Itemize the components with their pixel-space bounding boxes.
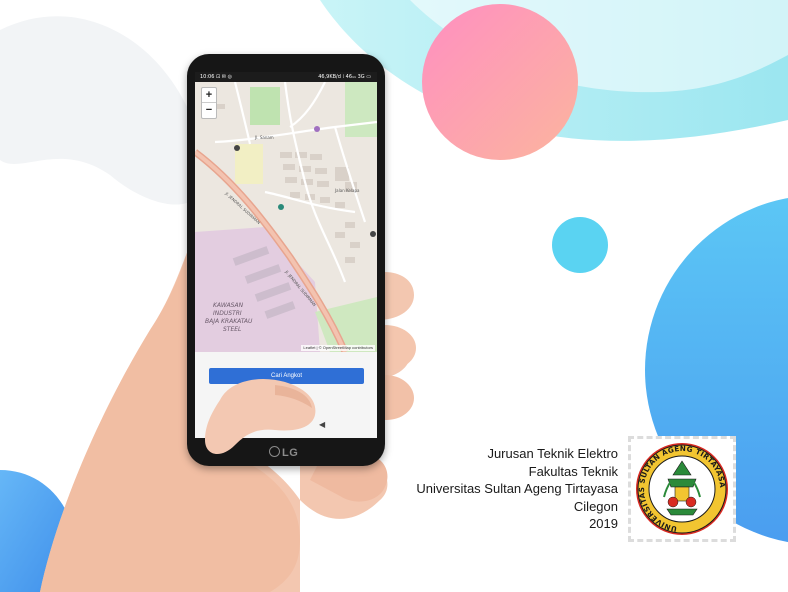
status-bar: 10:06 ⊡ ✉ ◎ 46,9KB/d ⁞ 46₁₁ 3G ▭	[195, 72, 377, 82]
untirta-emblem-icon: UNIVERSITAS SULTAN AGENG TIRTAYASA	[636, 443, 728, 535]
status-time: 10:06	[200, 74, 215, 80]
institution-info: Jurusan Teknik Elektro Fakultas Teknik U…	[416, 445, 618, 533]
road-label: Jl. Sanam	[254, 135, 274, 140]
area-label: STEEL	[223, 326, 241, 333]
area-label: BAJA KRAKATAU	[205, 318, 253, 325]
road-label: Jalan Kelapa	[334, 188, 360, 193]
department-text: Jurusan Teknik Elektro	[487, 446, 618, 461]
map-view[interactable]: Jl. JENDRAL SUDIRMAN Jl. JENDRAL SUDIRMA…	[195, 82, 377, 352]
status-indicators: 46,9KB/d ⁞ 46₁₁ 3G ▭	[318, 74, 371, 80]
zoom-out-button[interactable]: −	[202, 103, 216, 118]
thumb	[205, 379, 316, 455]
faculty-text: Fakultas Teknik	[528, 463, 618, 479]
city-text: Cilegon	[573, 498, 618, 514]
year-text: 2019	[589, 516, 618, 531]
map-tiles: Jl. JENDRAL SUDIRMAN Jl. JENDRAL SUDIRMA…	[195, 82, 377, 352]
zoom-in-button[interactable]: +	[202, 88, 216, 103]
area-label: INDUSTRI	[213, 310, 242, 317]
map-attribution[interactable]: Leaflet | © OpenStreetMap contributors	[301, 345, 375, 351]
university-logo: UNIVERSITAS SULTAN AGENG TIRTAYASA	[628, 436, 736, 542]
cyan-circle	[552, 217, 608, 273]
grey-blob	[0, 16, 205, 205]
status-icons: ⊡ ✉ ◎	[216, 74, 232, 80]
area-label: KAWASAN	[213, 302, 244, 309]
zoom-control: + −	[201, 87, 217, 119]
university-text: Universitas Sultan Ageng Tirtayasa	[416, 481, 618, 496]
pink-circle	[422, 4, 578, 160]
